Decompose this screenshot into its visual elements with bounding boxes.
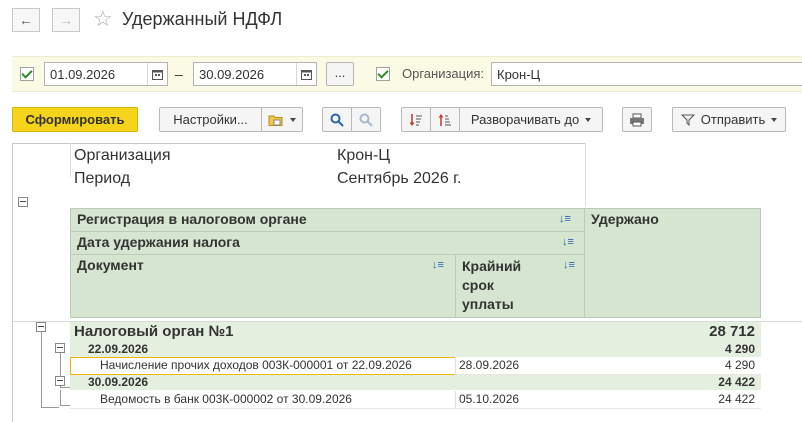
table-row[interactable]: 22.09.2026 4 290 [70, 342, 761, 357]
subgroup-total: 4 290 [724, 342, 755, 356]
org-header-value: Крон-Ц [337, 147, 391, 164]
col-deadline-line3: уплаты [462, 296, 514, 312]
subgroup-date: 22.09.2026 [88, 342, 149, 356]
search-cancel-icon [359, 113, 373, 127]
expand-to-button[interactable]: Разворачивать до [459, 107, 603, 132]
amount-cell: 4 290 [724, 358, 755, 372]
settings-button[interactable]: Настройки... [159, 107, 262, 132]
date-to-value: 30.09.2026 [199, 67, 265, 82]
period-select-button[interactable]: ... [326, 62, 354, 86]
arrow-right-icon: → [59, 12, 73, 28]
document-cell: Ведомость в банк 003К-000002 от 30.09.20… [100, 392, 352, 406]
date-to-field[interactable]: 30.09.2026 [193, 62, 317, 86]
col-withheld-label: Удержано [591, 211, 659, 227]
deadline-cell: 05.10.2026 [459, 392, 520, 406]
organization-value: Крон-Ц [497, 67, 541, 82]
sort-icon[interactable]: ↓≡ [563, 259, 575, 271]
variant-menu-button[interactable] [261, 107, 303, 132]
group-total: 28 712 [709, 323, 755, 340]
amount-cell: 24 422 [718, 392, 755, 406]
document-cell: Начисление прочих доходов 003К-000001 от… [100, 358, 412, 372]
arrow-left-icon: ← [19, 12, 33, 28]
send-icon [680, 114, 695, 126]
organization-label: Организация: [402, 66, 485, 81]
printer-icon [630, 113, 644, 126]
table-row[interactable]: Начисление прочих доходов 003К-000001 от… [70, 357, 761, 375]
sort-icon[interactable]: ↓≡ [562, 236, 574, 248]
calendar-icon[interactable] [147, 63, 167, 85]
period-header-label: Период [74, 170, 131, 187]
col-deadline-line1: Крайний [462, 258, 522, 274]
table-row[interactable]: Налоговый орган №1 28 712 [70, 322, 761, 343]
folder-icon [268, 115, 283, 126]
sort-descending-button[interactable] [430, 107, 460, 132]
back-button[interactable]: ← [12, 8, 40, 32]
search-icon [330, 113, 344, 127]
organization-checkbox[interactable] [376, 67, 390, 81]
col-withholding-date-label: Дата удержания налога [77, 234, 240, 250]
subgroup-date: 30.09.2026 [88, 375, 149, 389]
date-from-field[interactable]: 01.09.2026 [44, 62, 168, 86]
cancel-search-button[interactable] [351, 107, 381, 132]
col-withholding-date: Дата удержания налога [70, 231, 585, 255]
chevron-down-icon [585, 117, 592, 122]
expand-to-label: Разворачивать до [470, 112, 580, 127]
report-spreadsheet[interactable]: Организация Крон-Ц Период Сентябрь 2026 … [12, 143, 802, 422]
date-separator: – [175, 66, 183, 82]
deadline-cell: 28.09.2026 [459, 358, 520, 372]
period-checkbox[interactable] [20, 67, 34, 81]
period-header-value: Сентябрь 2026 г. [337, 170, 462, 187]
sort-ascending-icon [409, 113, 422, 126]
sort-descending-icon [438, 113, 451, 126]
table-row[interactable]: 30.09.2026 24 422 [70, 375, 761, 390]
search-button[interactable] [322, 107, 352, 132]
table-row[interactable]: Ведомость в банк 003К-000002 от 30.09.20… [70, 391, 761, 409]
send-button[interactable]: Отправить [672, 107, 786, 132]
calendar-icon[interactable] [296, 63, 316, 85]
collapse-icon[interactable] [18, 197, 28, 207]
collapse-icon[interactable] [55, 343, 65, 353]
print-button[interactable] [622, 107, 652, 132]
favorite-star-icon[interactable]: ☆ [93, 6, 113, 32]
subgroup-total: 24 422 [718, 375, 755, 389]
col-document-label: Документ [77, 257, 144, 273]
collapse-icon[interactable] [36, 322, 46, 332]
date-from-value: 01.09.2026 [50, 67, 116, 82]
sort-ascending-button[interactable] [401, 107, 431, 132]
forward-button[interactable]: → [52, 8, 80, 32]
col-withheld: Удержано [584, 208, 761, 318]
report-window: ← → ☆ Удержанный НДФЛ 01.09.2026 – 30.09… [0, 0, 802, 422]
generate-button[interactable]: Сформировать [12, 107, 138, 132]
col-deadline-line2: срок [462, 277, 494, 293]
col-document: Документ [70, 254, 456, 318]
page-title: Удержанный НДФЛ [122, 9, 283, 29]
org-header-label: Организация [74, 147, 171, 164]
col-registration: Регистрация в налоговом органе [70, 208, 585, 232]
chevron-down-icon [771, 117, 778, 122]
organization-field[interactable]: Крон-Ц [491, 62, 802, 86]
filter-bar: 01.09.2026 – 30.09.2026 ... Организация:… [12, 56, 802, 92]
group-name: Налоговый орган №1 [74, 323, 234, 340]
sort-icon[interactable]: ↓≡ [432, 259, 444, 271]
send-label: Отправить [700, 112, 766, 127]
collapse-icon[interactable] [55, 376, 65, 386]
chevron-down-icon [290, 117, 296, 122]
sort-icon[interactable]: ↓≡ [559, 213, 571, 225]
col-registration-label: Регистрация в налоговом органе [77, 211, 307, 227]
